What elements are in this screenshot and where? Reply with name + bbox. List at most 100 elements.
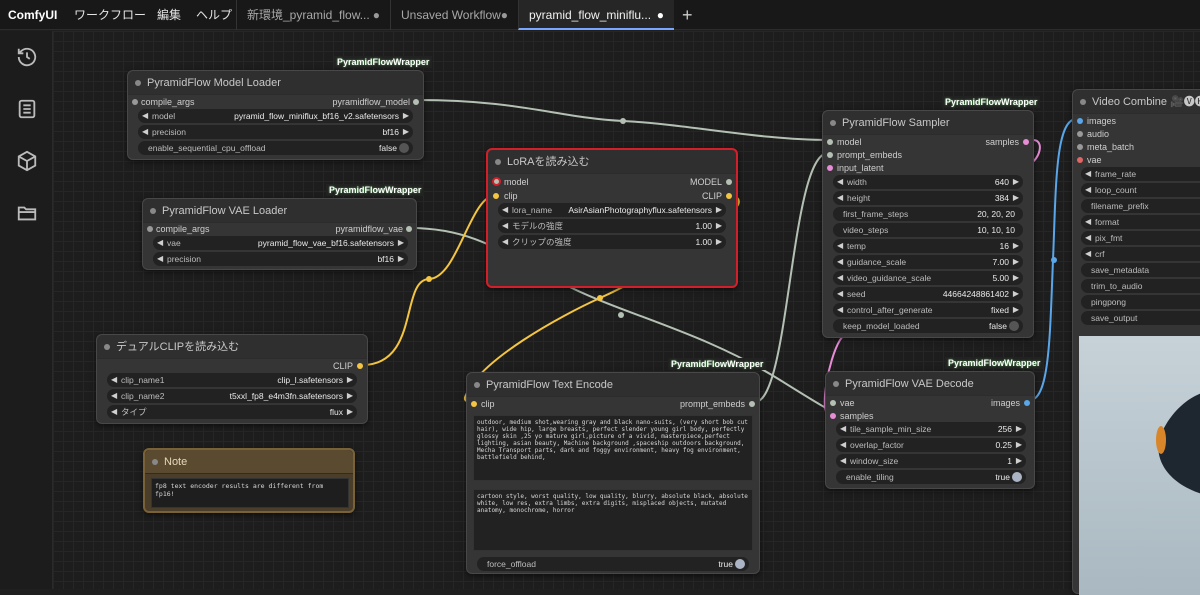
input-prompt-embeds[interactable]: prompt_embeds [827, 149, 902, 161]
menu-help[interactable]: ヘルプ [196, 0, 232, 30]
arrow-left-icon[interactable]: ◀ [837, 255, 843, 269]
note-text[interactable]: fp8 text encoder results are different f… [151, 478, 349, 508]
widget-first-frame-steps[interactable]: first_frame_steps 20, 20, 20 [833, 207, 1023, 221]
arrow-right-icon[interactable]: ▶ [398, 236, 404, 250]
input-model[interactable]: model [827, 136, 862, 148]
node-pyramidflow-text-encode[interactable]: PyramidFlow Text Encode clip prompt_embe… [466, 372, 760, 574]
widget-clip-name2[interactable]: ◀ clip_name2 t5xxl_fp8_e4m3fn.safetensors ▶ [107, 389, 357, 403]
widget-precision[interactable]: ◀ precision bf16 ▶ [138, 125, 413, 139]
arrow-right-icon[interactable]: ▶ [1013, 303, 1019, 317]
arrow-left-icon[interactable]: ◀ [111, 405, 117, 419]
negative-prompt-textarea[interactable]: cartoon style, worst quality, low qualit… [473, 489, 753, 551]
arrow-right-icon[interactable]: ▶ [1013, 287, 1019, 301]
input-vae[interactable]: vae [830, 397, 855, 409]
positive-prompt-textarea[interactable]: outdoor, medium shot,wearing gray and bl… [473, 415, 753, 481]
widget-save-metadata[interactable]: save_metadata [1081, 263, 1200, 277]
widget-precision[interactable]: ◀ precision bf16 ▶ [153, 252, 408, 266]
arrow-left-icon[interactable]: ◀ [840, 454, 846, 468]
widget-seed[interactable]: ◀ seed 446642488614​02 ▶ [833, 287, 1023, 301]
arrow-left-icon[interactable]: ◀ [111, 389, 117, 403]
widget-overlap-factor[interactable]: ◀ overlap_factor 0.25 ▶ [836, 438, 1026, 452]
output-images[interactable]: images [991, 397, 1030, 409]
node-pyramidflow-model-loader[interactable]: PyramidFlow Model Loader compile_args py… [127, 70, 424, 160]
arrow-left-icon[interactable]: ◀ [1085, 167, 1091, 181]
node-note[interactable]: Note fp8 text encoder results are differ… [143, 448, 355, 513]
input-images[interactable]: images [1077, 115, 1116, 127]
widget-save-output[interactable]: save_output [1081, 311, 1200, 325]
widget-enable-tiling[interactable]: enable_tiling true [836, 470, 1026, 484]
input-audio[interactable]: audio [1077, 128, 1109, 140]
unsaved-dot-icon[interactable]: ● [501, 0, 508, 30]
arrow-left-icon[interactable]: ◀ [837, 239, 843, 253]
widget-temp[interactable]: ◀ temp 16 ▶ [833, 239, 1023, 253]
node-title[interactable]: PyramidFlow VAE Loader [143, 199, 416, 223]
widget-video-guidance-scale[interactable]: ◀ video_guidance_scale 5.00 ▶ [833, 271, 1023, 285]
menu-workflow[interactable]: ワークフロー [74, 0, 146, 30]
arrow-left-icon[interactable]: ◀ [502, 235, 508, 249]
arrow-left-icon[interactable]: ◀ [142, 109, 148, 123]
node-pyramidflow-vae-loader[interactable]: PyramidFlow VAE Loader compile_args pyra… [142, 198, 417, 270]
widget-format[interactable]: ◀ format [1081, 215, 1200, 229]
arrow-left-icon[interactable]: ◀ [837, 175, 843, 189]
arrow-right-icon[interactable]: ▶ [1016, 422, 1022, 436]
arrow-left-icon[interactable]: ◀ [837, 287, 843, 301]
arrow-right-icon[interactable]: ▶ [1013, 191, 1019, 205]
widget-clip-strength[interactable]: ◀ クリップの強度 1.00 ▶ [498, 235, 726, 249]
arrow-right-icon[interactable]: ▶ [716, 235, 722, 249]
history-icon[interactable] [15, 45, 39, 69]
input-clip[interactable]: clip [471, 398, 495, 410]
output-clip[interactable]: CLIP [333, 360, 363, 372]
arrow-right-icon[interactable]: ▶ [1013, 271, 1019, 285]
widget-model-strength[interactable]: ◀ モデルの強度 1.00 ▶ [498, 219, 726, 233]
arrow-left-icon[interactable]: ◀ [837, 271, 843, 285]
arrow-left-icon[interactable]: ◀ [1085, 183, 1091, 197]
arrow-left-icon[interactable]: ◀ [1085, 215, 1091, 229]
input-vae[interactable]: vae [1077, 154, 1102, 166]
arrow-left-icon[interactable]: ◀ [502, 203, 508, 217]
arrow-right-icon[interactable]: ▶ [403, 109, 409, 123]
widget-lora-name[interactable]: ◀ lora_name AsirAsianPhotographyflux.safet… [498, 203, 726, 217]
arrow-right-icon[interactable]: ▶ [1013, 175, 1019, 189]
input-clip[interactable]: clip [492, 190, 518, 202]
widget-type[interactable]: ◀ タイプ flux ▶ [107, 405, 357, 419]
unsaved-dot-icon[interactable]: ● [373, 0, 380, 30]
output-pyramidflow-model[interactable]: pyramidflow_model [332, 96, 419, 108]
video-preview[interactable] [1079, 336, 1200, 595]
widget-force-offload[interactable]: force_offload true [477, 557, 749, 571]
output-samples[interactable]: samples [985, 136, 1029, 148]
widget-frame-rate[interactable]: ◀ frame_rate [1081, 167, 1200, 181]
tab-workflow-2[interactable]: Unsaved Workflow ● [390, 0, 518, 30]
node-title[interactable]: Video Combine 🎥🅥🅗🅢 [1073, 90, 1200, 114]
toggle-icon[interactable] [1009, 321, 1019, 331]
queue-list-icon[interactable] [15, 97, 39, 121]
widget-video-steps[interactable]: video_steps 10, 10, 10 [833, 223, 1023, 237]
widget-trim-to-audio[interactable]: trim_to_audio [1081, 279, 1200, 293]
arrow-right-icon[interactable]: ▶ [347, 405, 353, 419]
model-cube-icon[interactable] [15, 149, 39, 173]
arrow-left-icon[interactable]: ◀ [837, 191, 843, 205]
comfyui-logo[interactable]: ComfyUI [8, 0, 57, 30]
arrow-right-icon[interactable]: ▶ [1016, 454, 1022, 468]
arrow-left-icon[interactable]: ◀ [840, 438, 846, 452]
widget-window-size[interactable]: ◀ window_size 1 ▶ [836, 454, 1026, 468]
node-title[interactable]: デュアルCLIPを読み込む [97, 335, 367, 359]
arrow-right-icon[interactable]: ▶ [403, 125, 409, 139]
node-pyramidflow-sampler[interactable]: PyramidFlow Sampler model prompt_embeds … [822, 110, 1034, 338]
widget-vae[interactable]: ◀ vae pyramid_flow_vae_bf16.safetensors ▶ [153, 236, 408, 250]
arrow-right-icon[interactable]: ▶ [1013, 255, 1019, 269]
widget-pix-fmt[interactable]: ◀ pix_fmt [1081, 231, 1200, 245]
node-title[interactable]: LoRAを読み込む [488, 150, 736, 174]
node-pyramidflow-vae-decode[interactable]: PyramidFlow VAE Decode vae samples image… [825, 371, 1035, 489]
input-meta-batch[interactable]: meta_batch [1077, 141, 1134, 153]
widget-height[interactable]: ◀ height 384 ▶ [833, 191, 1023, 205]
arrow-left-icon[interactable]: ◀ [502, 219, 508, 233]
widget-width[interactable]: ◀ width 640 ▶ [833, 175, 1023, 189]
node-video-combine[interactable]: Video Combine 🎥🅥🅗🅢 images audio meta_bat… [1072, 89, 1200, 595]
arrow-left-icon[interactable]: ◀ [840, 422, 846, 436]
widget-clip-name1[interactable]: ◀ clip_name1 clip_l.safetensors ▶ [107, 373, 357, 387]
arrow-right-icon[interactable]: ▶ [398, 252, 404, 266]
arrow-right-icon[interactable]: ▶ [347, 373, 353, 387]
menu-edit[interactable]: 編集 [157, 0, 181, 30]
arrow-left-icon[interactable]: ◀ [1085, 231, 1091, 245]
folder-icon[interactable] [15, 201, 39, 225]
